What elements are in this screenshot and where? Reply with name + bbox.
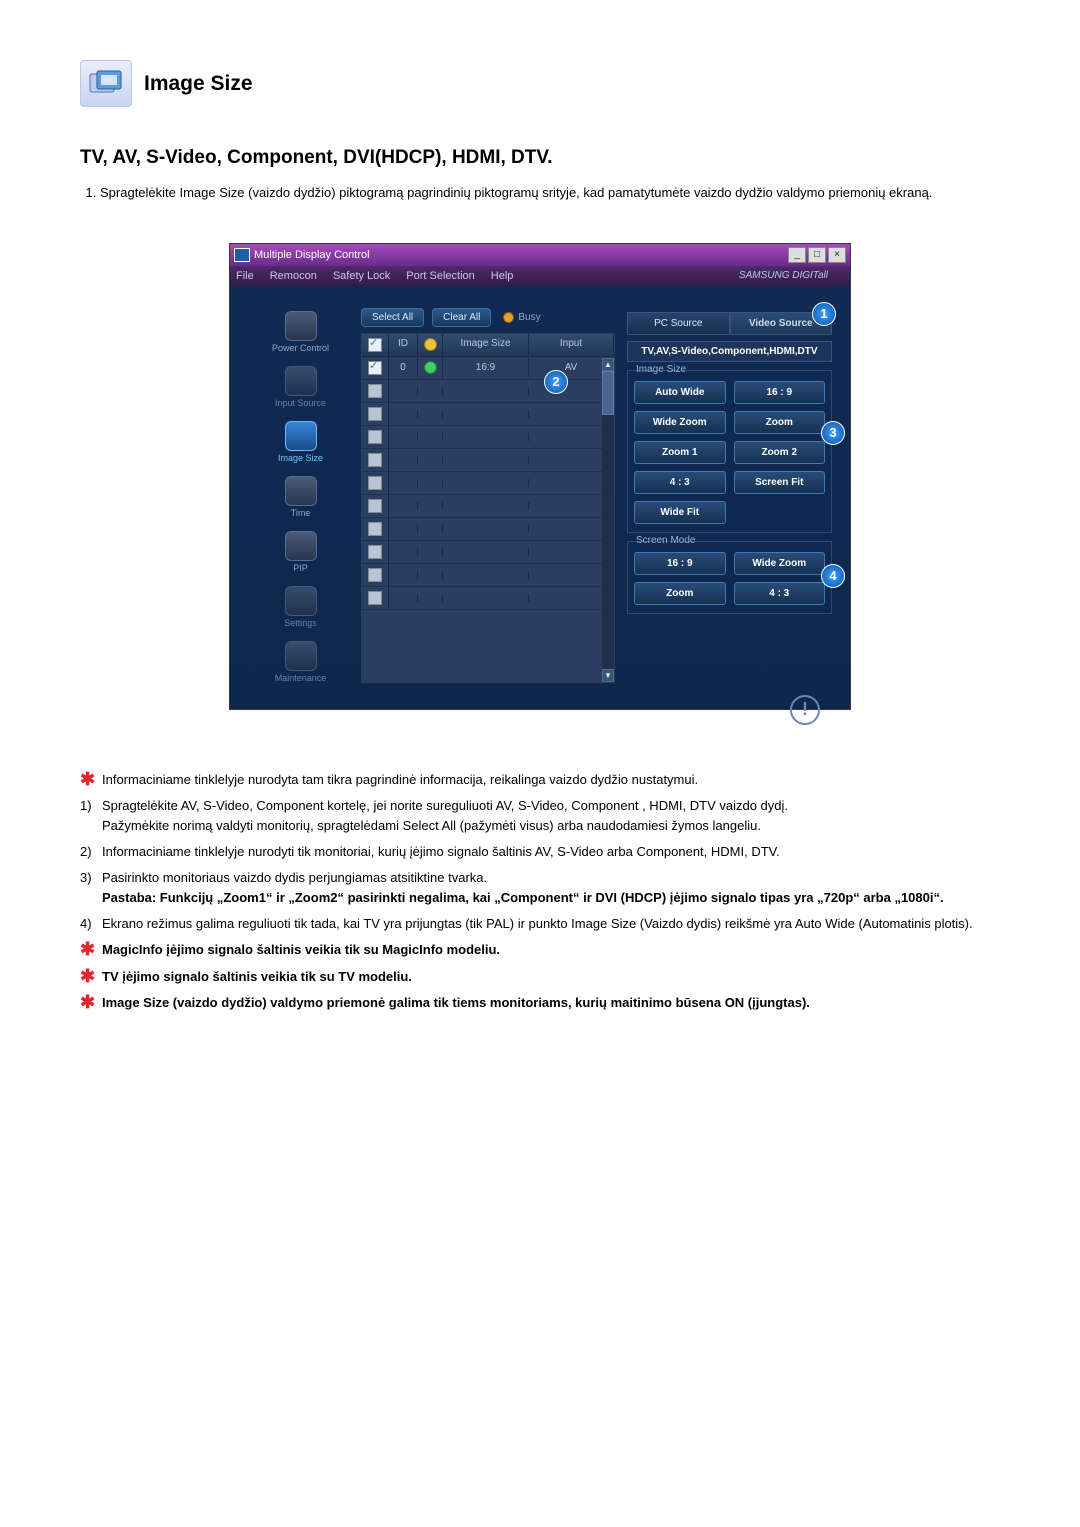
star-icon: ✱: [80, 967, 102, 985]
info-3: Pasirinkto monitoriaus vaizdo dydis perj…: [102, 868, 1000, 908]
col-check[interactable]: [362, 334, 389, 356]
app-window: Multiple Display Control _ □ × File Remo…: [229, 243, 851, 710]
col-input: Input: [529, 334, 614, 356]
sidebar: Power Control Input Source Image Size Ti…: [248, 308, 353, 683]
info-3-num: 3): [80, 868, 102, 888]
star-icon: ✱: [80, 940, 102, 958]
info-s2: TV įėjimo signalo šaltinis veikia tik su…: [102, 967, 1000, 987]
row-check[interactable]: [368, 522, 382, 536]
btn-4-3[interactable]: 4 : 3: [634, 471, 726, 494]
scroll-down[interactable]: ▼: [602, 669, 614, 682]
menu-bar: File Remocon Safety Lock Port Selection …: [230, 266, 850, 286]
callout-4: 4: [821, 564, 845, 588]
info-star-intro: Informaciniame tinklelyje nurodyta tam t…: [102, 770, 1000, 790]
brand-label: SAMSUNG DIGITall: [529, 270, 828, 281]
intro-text: Spragtelėkite Image Size (vaizdo dydžio)…: [100, 183, 1000, 203]
row-check[interactable]: [368, 384, 382, 398]
callout-3: 3: [821, 421, 845, 445]
info-4: Ekrano režimus galima reguliuoti tik tad…: [102, 914, 1000, 934]
row-check[interactable]: [368, 591, 382, 605]
image-size-group: Image Size Auto Wide 16 : 9 Wide Zoom Zo…: [627, 370, 832, 533]
btn-sm-4-3[interactable]: 4 : 3: [734, 582, 826, 605]
info-2-num: 2): [80, 842, 102, 862]
menu-file[interactable]: File: [236, 270, 254, 282]
info-1-num: 1): [80, 796, 102, 816]
col-id: ID: [389, 334, 418, 356]
clear-all-button[interactable]: Clear All: [432, 308, 491, 327]
sidebar-pip[interactable]: PIP: [272, 528, 330, 573]
row0-check[interactable]: [368, 361, 382, 375]
sidebar-image-size[interactable]: Image Size: [272, 418, 330, 463]
sidebar-maintenance[interactable]: Maintenance: [272, 638, 330, 683]
star-icon: ✱: [80, 993, 102, 1011]
info-s3: Image Size (vaizdo dydžio) valdymo priem…: [102, 993, 1000, 1013]
col-image-size: Image Size: [443, 334, 529, 356]
callout-1: 1: [812, 302, 836, 326]
btn-sm-zoom[interactable]: Zoom: [634, 582, 726, 605]
btn-sm-wide-zoom[interactable]: Wide Zoom: [734, 552, 826, 575]
row-check[interactable]: [368, 499, 382, 513]
info-s1: MagicInfo įėjimo signalo šaltinis veikia…: [102, 940, 1000, 960]
source-label: TV,AV,S-Video,Component,HDMI,DTV: [627, 341, 832, 362]
btn-wide-zoom[interactable]: Wide Zoom: [634, 411, 726, 434]
subtitle: TV, AV, S-Video, Component, DVI(HDCP), H…: [80, 147, 1000, 169]
sidebar-input-source[interactable]: Input Source: [272, 363, 330, 408]
btn-auto-wide[interactable]: Auto Wide: [634, 381, 726, 404]
scroll-thumb[interactable]: [602, 371, 614, 415]
row-check[interactable]: [368, 453, 382, 467]
row-check[interactable]: [368, 545, 382, 559]
callout-2: 2: [544, 370, 568, 394]
maximize-button[interactable]: □: [808, 247, 826, 263]
title-bar: Multiple Display Control _ □ ×: [230, 244, 850, 266]
grid-row-0[interactable]: 0 16:9 AV: [362, 357, 614, 380]
row0-id: 0: [389, 358, 418, 377]
btn-sm-16-9[interactable]: 16 : 9: [634, 552, 726, 575]
info-4-num: 4): [80, 914, 102, 934]
group-legend-screen-mode: Screen Mode: [634, 535, 697, 546]
scroll-up[interactable]: ▲: [602, 358, 614, 371]
info-block: ✱Informaciniame tinklelyje nurodyta tam …: [80, 770, 1000, 1013]
tab-pc-source[interactable]: PC Source: [627, 312, 730, 335]
btn-zoom2[interactable]: Zoom 2: [734, 441, 826, 464]
window-title: Multiple Display Control: [254, 249, 370, 261]
group-legend-image-size: Image Size: [634, 364, 688, 375]
btn-screen-fit[interactable]: Screen Fit: [734, 471, 826, 494]
row-check[interactable]: [368, 476, 382, 490]
row-check[interactable]: [368, 568, 382, 582]
btn-16-9[interactable]: 16 : 9: [734, 381, 826, 404]
row-check[interactable]: [368, 430, 382, 444]
btn-zoom1[interactable]: Zoom 1: [634, 441, 726, 464]
info-1: Spragtelėkite AV, S-Video, Component kor…: [102, 796, 1000, 836]
btn-zoom[interactable]: Zoom: [734, 411, 826, 434]
menu-safety-lock[interactable]: Safety Lock: [333, 270, 390, 282]
close-button[interactable]: ×: [828, 247, 846, 263]
col-status: [418, 334, 443, 356]
row0-size: 16:9: [443, 358, 529, 377]
image-size-header-icon: [80, 60, 132, 107]
app-icon: [234, 248, 250, 262]
menu-help[interactable]: Help: [491, 270, 514, 282]
menu-remocon[interactable]: Remocon: [270, 270, 317, 282]
grid-scrollbar[interactable]: ▲ ▼: [602, 358, 614, 682]
sidebar-power-control[interactable]: Power Control: [272, 308, 330, 353]
row0-led: [424, 361, 437, 374]
select-all-button[interactable]: Select All: [361, 308, 424, 327]
btn-wide-fit[interactable]: Wide Fit: [634, 501, 726, 524]
info-2: Informaciniame tinklelyje nurodyti tik m…: [102, 842, 1000, 862]
row-check[interactable]: [368, 407, 382, 421]
display-grid: ID Image Size Input 0 16:9 AV: [361, 333, 615, 683]
menu-port-selection[interactable]: Port Selection: [406, 270, 474, 282]
screen-mode-group: Screen Mode 16 : 9 Wide Zoom Zoom 4 : 3 …: [627, 541, 832, 614]
page-title: Image Size: [144, 72, 253, 96]
sidebar-settings[interactable]: Settings: [272, 583, 330, 628]
alert-icon: !: [790, 695, 820, 725]
busy-indicator: Busy: [503, 312, 540, 323]
sidebar-time[interactable]: Time: [272, 473, 330, 518]
minimize-button[interactable]: _: [788, 247, 806, 263]
star-icon: ✱: [80, 770, 102, 788]
